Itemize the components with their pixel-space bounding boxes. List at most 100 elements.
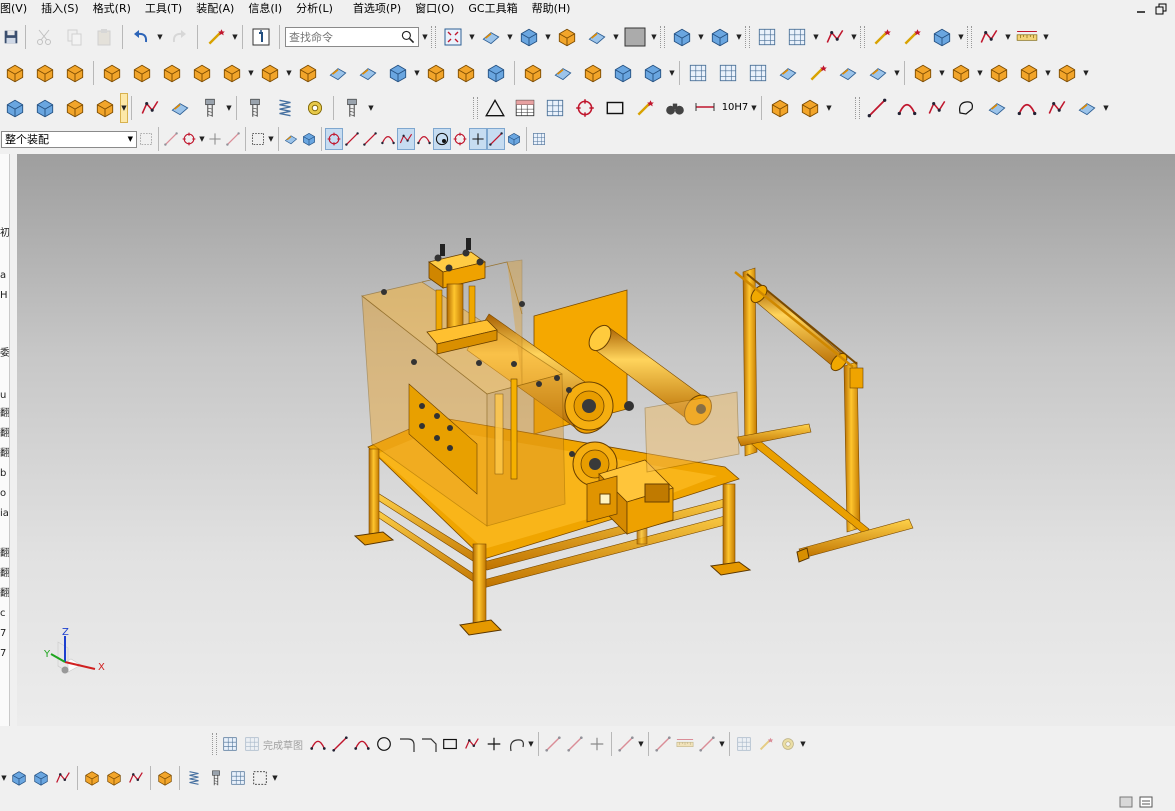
- menu-view[interactable]: 图(V): [0, 0, 34, 18]
- finish-sketch-button[interactable]: [241, 733, 263, 755]
- selection-scope-dropdown[interactable]: 整个装配 ▼: [1, 130, 137, 148]
- undo-button[interactable]: [126, 22, 156, 52]
- offset-surface-button[interactable]: [833, 58, 863, 88]
- wave-link-button[interactable]: [667, 22, 697, 52]
- touch-mode-dropdown[interactable]: ▼: [231, 26, 239, 48]
- sketch-fillet-button[interactable]: [395, 733, 417, 755]
- orient-view-dropdown[interactable]: ▼: [544, 26, 552, 48]
- pattern-component-dropdown[interactable]: ▼: [1044, 62, 1052, 84]
- menu-gc-toolbox[interactable]: GC工具箱: [461, 0, 524, 18]
- sketch-update-button[interactable]: [755, 733, 777, 755]
- menu-assembly[interactable]: 装配(A): [189, 0, 241, 18]
- dimension-spec-button[interactable]: [690, 93, 720, 123]
- pattern-button[interactable]: [127, 58, 157, 88]
- curve-dropdown[interactable]: ▼: [1102, 97, 1110, 119]
- shell-button[interactable]: [255, 58, 285, 88]
- mirror-assembly-button[interactable]: [984, 58, 1014, 88]
- snap-on-face-button[interactable]: [505, 128, 523, 150]
- assembly-constraint-button[interactable]: [946, 58, 976, 88]
- layer-settings-button[interactable]: [752, 22, 782, 52]
- tolerance-dropdown[interactable]: ▼: [750, 97, 758, 119]
- assembly-model[interactable]: X Z Y: [17, 154, 1175, 726]
- edge-blend-button[interactable]: [421, 58, 451, 88]
- exploded-view-dropdown[interactable]: ▼: [1082, 62, 1090, 84]
- reposition-button[interactable]: [52, 767, 74, 789]
- sketch-settings-button[interactable]: [777, 733, 799, 755]
- studio-spline-button[interactable]: [922, 93, 952, 123]
- wireframe-box-dropdown[interactable]: ▼: [271, 767, 279, 789]
- sketch-settings-dropdown[interactable]: ▼: [799, 733, 807, 755]
- undo-dropdown[interactable]: ▼: [156, 26, 164, 48]
- background-button[interactable]: [582, 22, 612, 52]
- quick-trim-button[interactable]: [542, 733, 564, 755]
- intersection-curve-button[interactable]: [1042, 93, 1072, 123]
- datum-feature-button[interactable]: [480, 93, 510, 123]
- part-navigator-button[interactable]: [60, 93, 90, 123]
- sketch-reattach-button[interactable]: [733, 733, 755, 755]
- studio-surface-button[interactable]: [683, 58, 713, 88]
- curve-shape-button[interactable]: [952, 93, 982, 123]
- layer-move-button[interactable]: [782, 22, 812, 52]
- trim-body-button[interactable]: [293, 58, 323, 88]
- revolve-button[interactable]: [30, 58, 60, 88]
- mirror-curve-dropdown[interactable]: ▼: [637, 733, 645, 755]
- sew-button[interactable]: [863, 58, 893, 88]
- snap-control-point-button[interactable]: [361, 128, 379, 150]
- annotation-button[interactable]: [90, 93, 120, 123]
- toolbar-grip[interactable]: [431, 26, 436, 48]
- weld-bead-button[interactable]: [135, 93, 165, 123]
- reference-dropdown[interactable]: ▼: [957, 26, 965, 48]
- wcs-button[interactable]: [820, 22, 850, 52]
- spring-button[interactable]: [270, 93, 300, 123]
- note-button[interactable]: [600, 93, 630, 123]
- chamfer-button[interactable]: [451, 58, 481, 88]
- combine-button[interactable]: [187, 58, 217, 88]
- sketch-offset-dropdown[interactable]: ▼: [527, 733, 535, 755]
- weld-point-button[interactable]: [195, 93, 225, 123]
- sketch-offset-button[interactable]: [505, 733, 527, 755]
- tolerance-fit-button[interactable]: 10H7: [720, 93, 750, 123]
- sketch-point-button[interactable]: [483, 733, 505, 755]
- rectangle-select-dropdown[interactable]: ▼: [267, 128, 275, 150]
- routing-dropdown[interactable]: ▼: [367, 97, 375, 119]
- sketch-line-button[interactable]: [329, 733, 351, 755]
- selection-filter-dropdown[interactable]: ▼: [198, 128, 206, 150]
- quick-extend-button[interactable]: [564, 733, 586, 755]
- color-button[interactable]: [620, 22, 650, 52]
- snap-arc-center-button[interactable]: [433, 128, 451, 150]
- annotation-dropdown[interactable]: ▼: [120, 92, 128, 123]
- restore-window-button[interactable]: [1152, 0, 1170, 18]
- toolbar-grip[interactable]: [745, 26, 750, 48]
- dimension-dropdown[interactable]: ▼: [1004, 26, 1012, 48]
- show-hide-button[interactable]: [897, 22, 927, 52]
- edit-object-display-button[interactable]: [867, 22, 897, 52]
- make-corner-button[interactable]: [586, 733, 608, 755]
- search-icon[interactable]: [400, 29, 416, 45]
- toolbar-grip[interactable]: [855, 96, 860, 119]
- extension-button[interactable]: [803, 58, 833, 88]
- section-curve-button[interactable]: [1072, 93, 1102, 123]
- redo-button[interactable]: [164, 22, 194, 52]
- snap-quadrant-button[interactable]: [451, 128, 469, 150]
- thicken-button[interactable]: [518, 58, 548, 88]
- geometric-constraint-button[interactable]: [652, 733, 674, 755]
- select-faces-button[interactable]: [282, 128, 300, 150]
- information-button[interactable]: [246, 22, 276, 52]
- boss-button[interactable]: [97, 58, 127, 88]
- minimize-window-button[interactable]: [1132, 0, 1150, 18]
- background-dropdown[interactable]: ▼: [612, 26, 620, 48]
- search-dropdown[interactable]: ▼: [421, 26, 429, 48]
- sketch-circle-button[interactable]: [373, 733, 395, 755]
- pattern-component-button[interactable]: [1014, 58, 1044, 88]
- snap-grid-button[interactable]: [530, 128, 548, 150]
- sweep-button[interactable]: [323, 58, 353, 88]
- add-component-dropdown[interactable]: ▼: [938, 62, 946, 84]
- select-bodies-button[interactable]: [300, 128, 318, 150]
- reference-button[interactable]: [927, 22, 957, 52]
- snap-endpoint-button[interactable]: [325, 128, 343, 150]
- bearing-button[interactable]: [300, 93, 330, 123]
- menu-tools[interactable]: 工具(T): [138, 0, 189, 18]
- wcs-dropdown[interactable]: ▼: [850, 26, 858, 48]
- assembly-toolbar-dropdown[interactable]: ▼: [0, 767, 8, 789]
- section-view-button[interactable]: [552, 22, 582, 52]
